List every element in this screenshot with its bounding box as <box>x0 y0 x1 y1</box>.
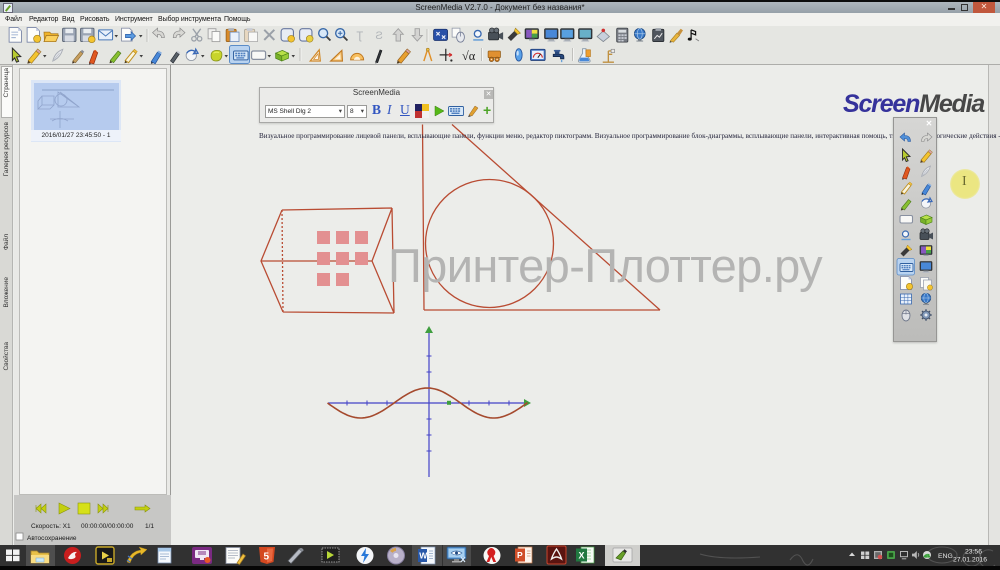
svg-text:ENG: ENG <box>938 553 953 560</box>
svg-text:27.01.2016: 27.01.2016 <box>953 557 987 564</box>
svg-text:P: P <box>517 550 523 560</box>
svg-text:5: 5 <box>264 552 270 563</box>
svg-text:X: X <box>579 551 585 561</box>
svg-text:W: W <box>419 551 428 561</box>
